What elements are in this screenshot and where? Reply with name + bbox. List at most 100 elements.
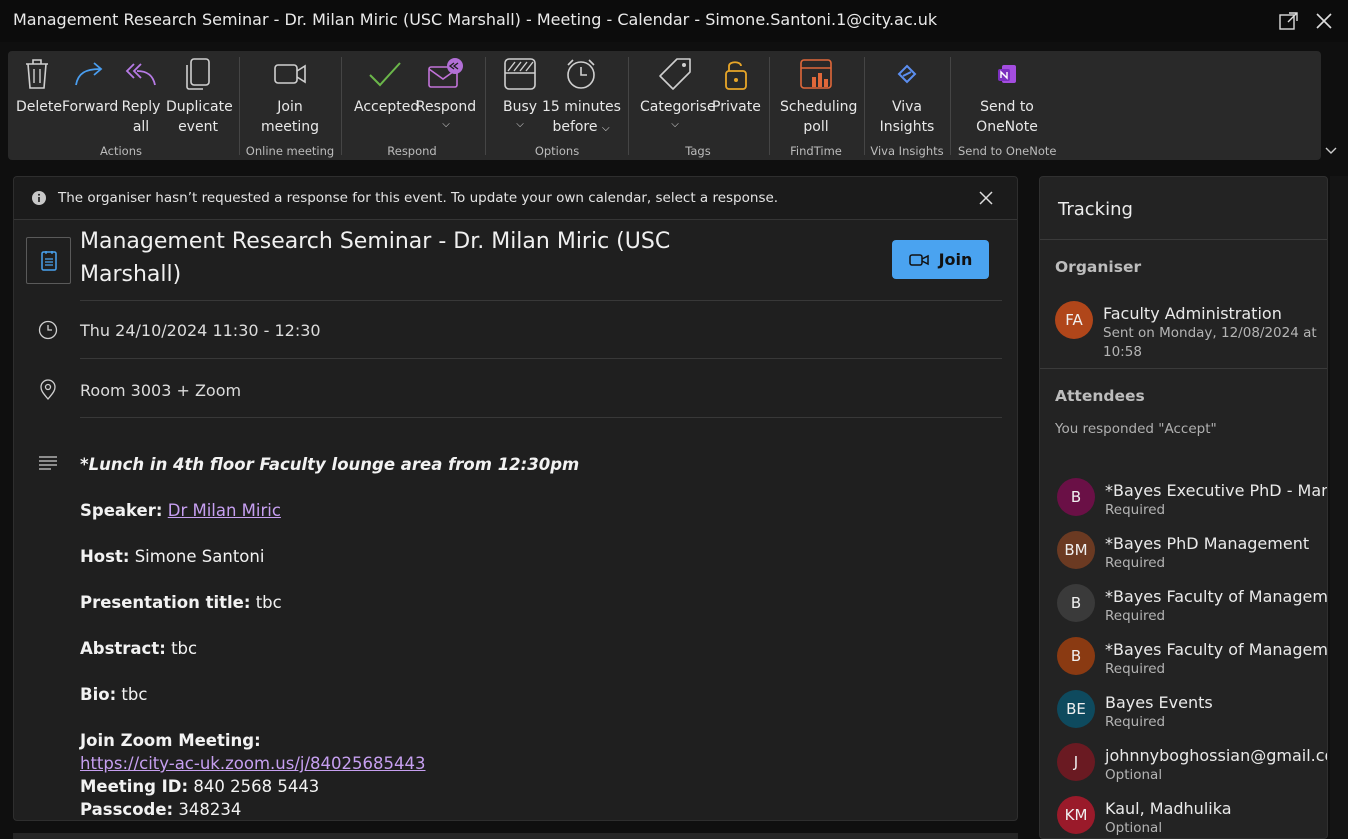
attendee-role: Required (1105, 502, 1166, 518)
location-pin-icon (38, 379, 58, 400)
reply-all-button[interactable]: Reply all (120, 57, 162, 137)
busy-dropdown-button[interactable]: Busy ⌵ (502, 57, 538, 131)
padlock-icon (725, 61, 747, 90)
scheduling-poll-button[interactable]: Scheduling poll (780, 57, 857, 137)
attendee-name[interactable]: johnnyboghossian@gmail.cor (1105, 746, 1327, 765)
zoom-heading: Join Zoom Meeting: (80, 731, 261, 750)
response-status: You responded "Accept" (1055, 421, 1217, 437)
forward-button[interactable]: Forward (62, 57, 118, 117)
alarm-clock-icon (567, 59, 595, 89)
video-camera-icon (908, 253, 929, 266)
delete-button[interactable]: Delete (16, 57, 62, 117)
duplicate-icon (186, 58, 210, 90)
close-window-icon[interactable] (1313, 10, 1335, 32)
avatar[interactable]: B (1057, 584, 1095, 622)
avatar[interactable]: BE (1057, 690, 1095, 728)
attendee-name[interactable]: Kaul, Madhulika (1105, 799, 1232, 818)
ribbon-divider (239, 57, 240, 155)
zoom-link[interactable]: https://city-ac-uk.zoom.us/j/84025685443 (80, 754, 426, 773)
group-label-viva-insights: Viva Insights (870, 144, 944, 158)
ribbon-divider (628, 57, 629, 155)
group-label-online-meeting: Online meeting (245, 144, 335, 158)
attendee-role: Required (1105, 555, 1166, 571)
busy-status-icon (504, 58, 536, 90)
avatar[interactable]: B (1057, 637, 1095, 675)
viva-insights-icon (897, 64, 917, 84)
checkmark-icon (369, 62, 401, 87)
join-label: Join (938, 250, 973, 269)
chevron-down-icon[interactable] (1324, 142, 1338, 156)
reply-all-icon (125, 63, 156, 86)
reminder-dropdown-button[interactable]: 15 minutes before ⌵ (542, 57, 621, 139)
attendee-role: Optional (1105, 767, 1163, 783)
chevron-down-icon: ⌵ (516, 119, 524, 130)
organiser-name[interactable]: Faculty Administration (1103, 304, 1282, 323)
close-icon[interactable] (977, 189, 995, 207)
forward-arrow-icon (75, 62, 103, 86)
onenote-icon (998, 65, 1016, 83)
avatar[interactable]: BM (1057, 531, 1095, 569)
presentation-line: Presentation title: tbc (80, 593, 282, 612)
abstract-line: Abstract: tbc (80, 639, 198, 658)
respond-mail-icon (428, 58, 463, 88)
attendee-name[interactable]: Bayes Events (1105, 693, 1213, 712)
tag-icon (659, 58, 691, 90)
divider (80, 358, 1002, 359)
respond-dropdown-button[interactable]: Respond ⌵ (412, 57, 480, 131)
avatar[interactable]: FA (1055, 301, 1093, 339)
attendees-label: Attendees (1055, 387, 1145, 405)
event-type-icon (26, 237, 71, 284)
pop-out-icon[interactable] (1278, 10, 1300, 32)
tracking-title: Tracking (1058, 199, 1133, 220)
lunch-note: *Lunch in 4th floor Faculty lounge area … (80, 455, 580, 474)
duplicate-event-button[interactable]: Duplicate event (166, 57, 233, 137)
host-line: Host: Simone Santoni (80, 547, 265, 566)
join-button[interactable]: Join (892, 240, 989, 279)
divider (1040, 368, 1327, 369)
organiser-label: Organiser (1055, 258, 1142, 276)
avatar[interactable]: KM (1057, 796, 1095, 834)
window-title: Management Research Seminar - Dr. Milan … (13, 10, 938, 29)
chevron-down-icon: ⌵ (671, 119, 679, 130)
event-pane: The organiser hasn’t requested a respons… (13, 176, 1018, 821)
avatar[interactable]: B (1057, 478, 1095, 516)
join-meeting-button[interactable]: Join meeting (256, 57, 324, 137)
window-edge (1330, 176, 1348, 839)
speaker-link[interactable]: Dr Milan Miric (168, 501, 281, 520)
chevron-down-icon: ⌵ (601, 123, 610, 134)
scheduling-poll-icon (800, 59, 832, 89)
attendee-name[interactable]: *Bayes Faculty of Managemer (1105, 587, 1327, 606)
ribbon-divider (864, 57, 865, 155)
ribbon: Delete Forward Reply all Duplicate event… (8, 51, 1321, 160)
info-bar: The organiser hasn’t requested a respons… (14, 177, 1017, 220)
private-button[interactable]: Private (712, 57, 761, 117)
description-lines-icon (38, 455, 58, 475)
ribbon-divider (950, 57, 951, 155)
attendee-name[interactable]: *Bayes Faculty of Managemer (1105, 640, 1327, 659)
event-datetime: Thu 24/10/2024 11:30 - 12:30 (80, 321, 321, 340)
divider (80, 417, 1002, 418)
group-label-send-to-onenote: Send to OneNote (958, 144, 1057, 158)
ribbon-divider (485, 57, 486, 155)
bottom-strip (13, 833, 1018, 839)
categorise-dropdown-button[interactable]: Categorise ⌵ (640, 57, 715, 131)
event-location: Room 3003 + Zoom (80, 381, 242, 400)
attendee-role: Optional (1105, 820, 1163, 836)
speaker-line: Speaker: Dr Milan Miric (80, 501, 281, 520)
group-label-findtime: FindTime (790, 144, 842, 158)
passcode-line: Passcode: 348234 (80, 800, 242, 819)
attendee-name[interactable]: *Bayes PhD Management (1105, 534, 1309, 553)
group-label-actions: Actions (99, 144, 142, 158)
organiser-sent-time: Sent on Monday, 12/08/2024 at 10:58 (1103, 325, 1317, 360)
reminder-label-line2: before (552, 119, 598, 135)
accepted-button[interactable]: Accepted (354, 57, 419, 117)
viva-insights-button[interactable]: Viva Insights (876, 57, 938, 137)
avatar[interactable]: J (1057, 743, 1095, 781)
divider (80, 300, 1002, 301)
group-label-options: Options (534, 144, 580, 158)
info-icon (31, 190, 47, 206)
attendee-name[interactable]: *Bayes Executive PhD - Manag (1105, 481, 1327, 500)
send-to-onenote-button[interactable]: Send to OneNote (970, 57, 1044, 137)
chevron-down-icon: ⌵ (442, 119, 450, 130)
event-title: Management Research Seminar - Dr. Milan … (80, 229, 671, 287)
